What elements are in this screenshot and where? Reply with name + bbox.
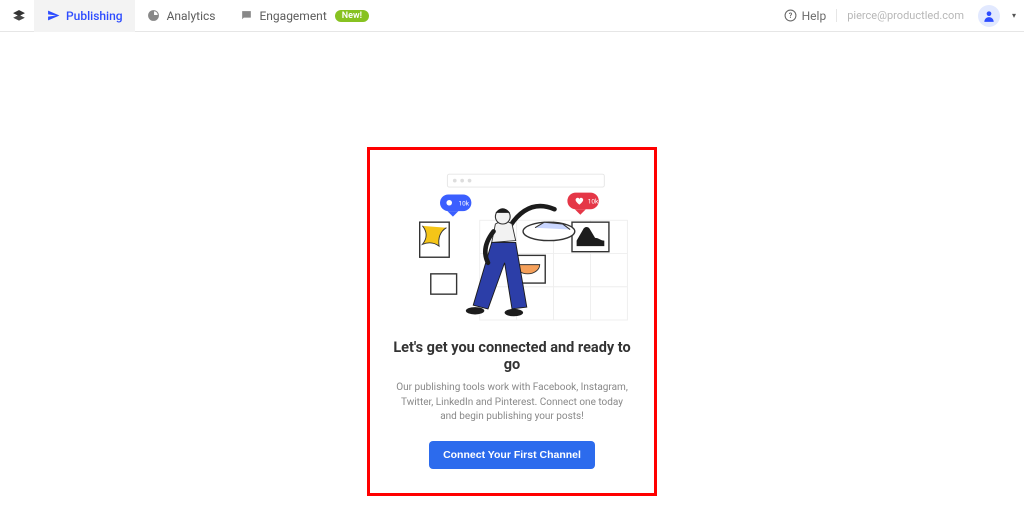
onboarding-illustration: 10k 10k bbox=[388, 170, 636, 325]
nav-publishing-label: Publishing bbox=[66, 9, 123, 23]
nav-analytics[interactable]: Analytics bbox=[135, 0, 228, 32]
svg-text:?: ? bbox=[788, 11, 792, 20]
analytics-icon bbox=[147, 9, 161, 23]
nav-analytics-label: Analytics bbox=[167, 9, 216, 23]
help-label: Help bbox=[802, 9, 827, 23]
nav-engagement[interactable]: Engagement New! bbox=[227, 0, 381, 32]
engagement-icon bbox=[239, 9, 253, 23]
nav-engagement-label: Engagement bbox=[259, 9, 326, 23]
help-link[interactable]: ? Help bbox=[784, 9, 827, 23]
empty-state-description: Our publishing tools work with Facebook,… bbox=[388, 381, 636, 425]
nav-publishing[interactable]: Publishing bbox=[34, 0, 135, 32]
empty-state-title: Let's get you connected and ready to go bbox=[388, 339, 636, 373]
chevron-down-icon[interactable]: ▾ bbox=[1012, 11, 1016, 20]
buffer-logo[interactable] bbox=[8, 9, 30, 23]
top-navigation: Publishing Analytics Engagement New! ? H… bbox=[0, 0, 1024, 32]
header-right: ? Help pierce@productled.com ▾ bbox=[784, 5, 1016, 27]
publishing-icon bbox=[46, 9, 60, 23]
empty-state-card: 10k 10k bbox=[367, 147, 657, 496]
avatar-icon bbox=[982, 9, 996, 23]
main-content: 10k 10k bbox=[0, 32, 1024, 496]
svg-text:10k: 10k bbox=[588, 197, 599, 205]
user-avatar[interactable] bbox=[978, 5, 1000, 27]
help-icon: ? bbox=[784, 9, 797, 22]
new-badge: New! bbox=[335, 10, 369, 22]
primary-nav: Publishing Analytics Engagement New! bbox=[34, 0, 381, 32]
user-email: pierce@productled.com bbox=[836, 9, 964, 22]
connect-channel-button[interactable]: Connect Your First Channel bbox=[429, 441, 595, 469]
svg-text:10k: 10k bbox=[458, 199, 469, 207]
